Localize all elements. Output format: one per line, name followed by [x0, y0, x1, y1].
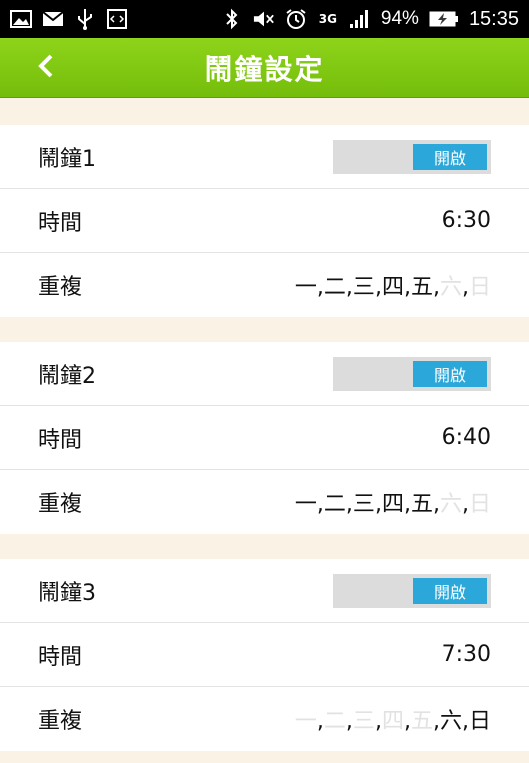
alarm-repeat-row[interactable]: 重複 一,二,三,四,五,六,日	[0, 253, 529, 317]
alarm-group-3: 鬧鐘3 開啟 時間 7:30 重複 一,二,三,四,五,六,日	[0, 559, 529, 751]
repeat-day: 二	[323, 492, 346, 517]
time-label: 時間	[38, 644, 83, 670]
status-time: 15:35	[468, 7, 519, 30]
day-separator: ,	[403, 275, 411, 300]
chevron-left-icon	[36, 53, 54, 83]
image-icon	[10, 8, 32, 30]
day-separator: ,	[432, 492, 440, 517]
repeat-day: 六	[439, 275, 462, 300]
alarm-time-row[interactable]: 時間 6:30	[0, 189, 529, 253]
alarm-toggle-row: 鬧鐘3 開啟	[0, 559, 529, 623]
repeat-day: 一	[294, 709, 317, 734]
repeat-day: 六	[439, 709, 462, 734]
toggle-knob: 開啟	[413, 577, 487, 604]
alarm-time-row[interactable]: 時間 6:40	[0, 406, 529, 470]
day-separator: ,	[345, 492, 353, 517]
status-bar-left	[10, 8, 128, 30]
repeat-day: 二	[323, 709, 346, 734]
alarm-toggle-row: 鬧鐘1 開啟	[0, 125, 529, 189]
time-label: 時間	[38, 427, 83, 453]
day-separator: ,	[432, 275, 440, 300]
status-bar: 3G 94% 15:35	[0, 0, 529, 38]
repeat-day: 四	[381, 492, 404, 517]
alarm-toggle-row: 鬧鐘2 開啟	[0, 342, 529, 406]
repeat-day: 五	[410, 709, 433, 734]
toggle-knob: 開啟	[413, 143, 487, 170]
alarm-repeat-row[interactable]: 重複 一,二,三,四,五,六,日	[0, 687, 529, 751]
status-bar-right: 3G 94% 15:35	[221, 8, 519, 31]
day-separator: ,	[461, 709, 469, 734]
day-separator: ,	[316, 709, 324, 734]
day-separator: ,	[403, 492, 411, 517]
day-separator: ,	[461, 492, 469, 517]
mail-icon	[42, 8, 64, 30]
alarm-toggle[interactable]: 開啟	[333, 139, 491, 174]
repeat-days: 一,二,三,四,五,六,日	[295, 269, 491, 301]
battery-percent: 94%	[380, 8, 419, 29]
bluetooth-icon	[221, 8, 243, 30]
network-3g-icon: 3G	[317, 8, 339, 30]
time-value: 6:30	[441, 208, 491, 233]
day-separator: ,	[374, 275, 382, 300]
alarm-group-1: 鬧鐘1 開啟 時間 6:30 重複 一,二,三,四,五,六,日	[0, 125, 529, 317]
page-title: 鬧鐘設定	[204, 52, 325, 86]
repeat-day: 一	[294, 492, 317, 517]
time-value: 6:40	[441, 425, 491, 450]
day-separator: ,	[345, 275, 353, 300]
repeat-day: 日	[468, 275, 491, 300]
day-separator: ,	[374, 492, 382, 517]
alarm-repeat-row[interactable]: 重複 一,二,三,四,五,六,日	[0, 470, 529, 534]
signal-icon	[349, 8, 371, 30]
repeat-label: 重複	[38, 492, 83, 517]
day-separator: ,	[316, 492, 324, 517]
alarm-icon	[285, 8, 307, 30]
repeat-day: 日	[468, 492, 491, 517]
usb-icon	[74, 8, 96, 30]
alarm-name: 鬧鐘3	[38, 580, 96, 606]
repeat-day: 四	[381, 275, 404, 300]
day-separator: ,	[316, 275, 324, 300]
repeat-day: 一	[294, 275, 317, 300]
code-icon	[106, 8, 128, 30]
repeat-day: 五	[410, 275, 433, 300]
alarm-toggle[interactable]: 開啟	[333, 573, 491, 608]
battery-charging-icon	[429, 8, 459, 30]
repeat-day: 三	[352, 709, 375, 734]
repeat-day: 四	[381, 709, 404, 734]
repeat-day: 日	[468, 709, 491, 734]
repeat-label: 重複	[38, 275, 83, 300]
app-bar: 鬧鐘設定	[0, 38, 529, 98]
repeat-label: 重複	[38, 709, 83, 734]
day-separator: ,	[432, 709, 440, 734]
network-type: 3G	[318, 12, 337, 26]
day-separator: ,	[403, 709, 411, 734]
time-label: 時間	[38, 210, 83, 236]
day-separator: ,	[461, 275, 469, 300]
time-value: 7:30	[441, 642, 491, 667]
alarm-time-row[interactable]: 時間 7:30	[0, 623, 529, 687]
alarm-toggle[interactable]: 開啟	[333, 356, 491, 391]
alarm-group-2: 鬧鐘2 開啟 時間 6:40 重複 一,二,三,四,五,六,日	[0, 342, 529, 534]
repeat-day: 二	[323, 275, 346, 300]
repeat-days: 一,二,三,四,五,六,日	[295, 486, 491, 518]
repeat-days: 一,二,三,四,五,六,日	[295, 703, 491, 735]
mute-icon	[253, 8, 275, 30]
back-button[interactable]	[30, 50, 60, 86]
alarm-name: 鬧鐘2	[38, 363, 96, 389]
day-separator: ,	[345, 709, 353, 734]
repeat-day: 三	[352, 492, 375, 517]
repeat-day: 五	[410, 492, 433, 517]
repeat-day: 六	[439, 492, 462, 517]
toggle-knob: 開啟	[413, 360, 487, 387]
repeat-day: 三	[352, 275, 375, 300]
day-separator: ,	[374, 709, 382, 734]
alarm-name: 鬧鐘1	[38, 146, 96, 172]
